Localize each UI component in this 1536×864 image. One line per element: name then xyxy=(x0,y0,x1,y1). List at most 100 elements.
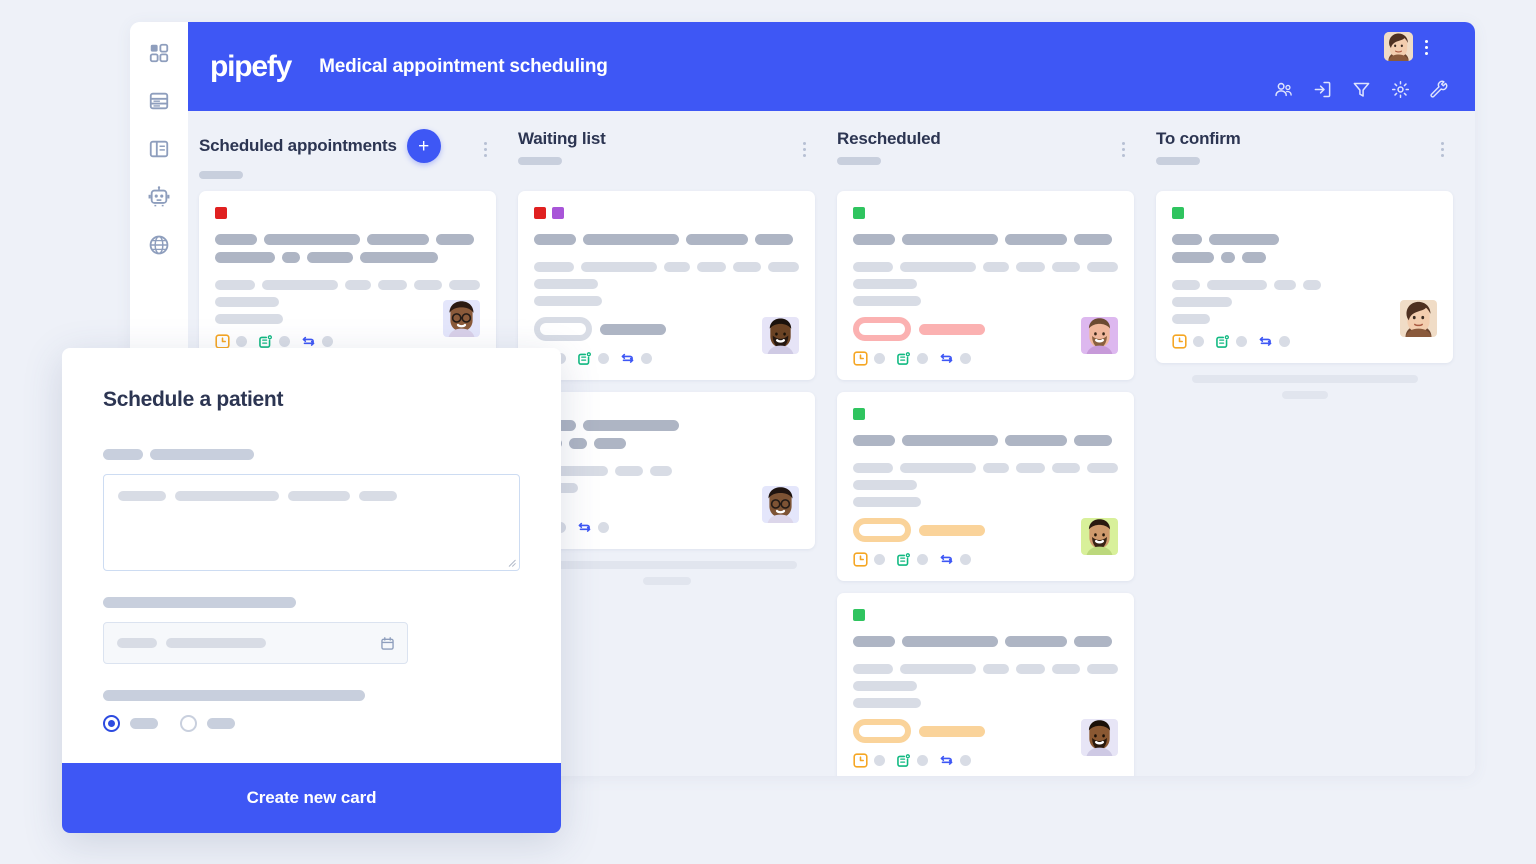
description-textarea[interactable] xyxy=(103,474,520,571)
skeleton-row xyxy=(1172,314,1437,324)
card-labels xyxy=(215,207,480,219)
card-assignee-avatar[interactable] xyxy=(762,486,799,523)
flow-blue-icon[interactable] xyxy=(939,753,954,768)
flow-blue-icon[interactable] xyxy=(939,351,954,366)
skeleton-bar xyxy=(215,314,283,324)
card-footer xyxy=(534,351,799,366)
radio-option-1[interactable] xyxy=(103,715,120,732)
skeleton-bar xyxy=(583,420,679,431)
create-new-card-button[interactable]: Create new card xyxy=(62,763,561,833)
clock-orange-icon[interactable] xyxy=(1172,334,1187,349)
add-card-button[interactable]: + xyxy=(406,129,441,163)
card-labels xyxy=(853,408,1118,420)
calendar-icon[interactable] xyxy=(380,636,395,651)
wrench-tools-icon[interactable] xyxy=(1430,80,1449,99)
column-title: To confirm xyxy=(1156,129,1241,148)
inbox-archive-icon[interactable] xyxy=(1313,80,1332,99)
card-assignee-avatar[interactable] xyxy=(1081,518,1118,555)
card-footer xyxy=(853,753,1118,768)
radio-option-2[interactable] xyxy=(180,715,197,732)
board-card[interactable] xyxy=(199,191,496,363)
card-assignee-avatar[interactable] xyxy=(443,300,480,337)
clock-orange-icon[interactable] xyxy=(853,351,868,366)
card-pill-row xyxy=(853,317,1118,341)
calendar-green-icon[interactable] xyxy=(896,552,911,567)
sidebar-item-dashboard[interactable] xyxy=(148,42,170,64)
skeleton-bar xyxy=(1052,262,1080,272)
skeleton-bar xyxy=(767,262,799,272)
skeleton-row xyxy=(1172,297,1437,307)
card-assignee-avatar[interactable] xyxy=(1081,719,1118,756)
skeleton-row xyxy=(853,681,1118,691)
card-footer-placeholder xyxy=(960,353,971,364)
sidebar-item-layout[interactable] xyxy=(148,138,170,160)
resize-handle-icon[interactable] xyxy=(507,558,516,567)
column-menu-button[interactable] xyxy=(797,139,811,159)
board-card[interactable] xyxy=(1156,191,1453,363)
members-people-icon[interactable] xyxy=(1274,80,1293,99)
skeleton-bar xyxy=(359,491,397,501)
card-assignee-avatar[interactable] xyxy=(1400,300,1437,337)
card-footer-placeholder xyxy=(641,353,652,364)
skeleton-bar xyxy=(853,698,921,708)
skeleton-bar xyxy=(262,280,338,290)
sidebar-item-automation[interactable] xyxy=(148,186,170,208)
flow-blue-icon[interactable] xyxy=(620,351,635,366)
column-menu-button[interactable] xyxy=(1435,139,1449,159)
flow-blue-icon[interactable] xyxy=(1258,334,1273,349)
flow-blue-icon[interactable] xyxy=(301,334,316,349)
card-footer-placeholder xyxy=(874,353,885,364)
sidebar-item-portal[interactable] xyxy=(148,234,170,256)
calendar-green-icon[interactable] xyxy=(896,351,911,366)
skeleton-bar xyxy=(982,463,1009,473)
card-body-skeleton xyxy=(534,466,799,510)
gear-settings-icon[interactable] xyxy=(1391,80,1410,99)
calendar-green-icon[interactable] xyxy=(258,334,273,349)
skeleton-bar xyxy=(853,234,895,245)
date-input[interactable] xyxy=(103,622,408,664)
calendar-green-icon[interactable] xyxy=(577,351,592,366)
avatar[interactable] xyxy=(1384,32,1413,61)
column-header: Waiting list xyxy=(518,129,815,191)
skeleton-bar xyxy=(1172,280,1200,290)
sidebar-item-database[interactable] xyxy=(148,90,170,112)
skeleton-row xyxy=(853,698,1118,708)
card-assignee-avatar[interactable] xyxy=(762,317,799,354)
skeleton-row xyxy=(215,280,480,290)
card-footer-placeholder xyxy=(874,554,885,565)
column-count-placeholder xyxy=(837,157,881,165)
skeleton-bar xyxy=(1005,636,1067,647)
skeleton-bar xyxy=(175,491,279,501)
account-menu-button[interactable] xyxy=(1419,35,1433,59)
skeleton-bar xyxy=(902,636,998,647)
column-title: Scheduled appointments xyxy=(199,136,397,155)
account-area xyxy=(1384,32,1433,61)
ghost-bar xyxy=(536,561,797,569)
board-card[interactable] xyxy=(518,191,815,380)
skeleton-bar xyxy=(1209,234,1279,245)
clock-orange-icon[interactable] xyxy=(215,334,230,349)
card-label xyxy=(853,609,865,621)
card-footer xyxy=(853,351,1118,366)
filter-funnel-icon[interactable] xyxy=(1352,80,1371,99)
skeleton-bar xyxy=(853,480,917,490)
flow-blue-icon[interactable] xyxy=(577,520,592,535)
column-menu-button[interactable] xyxy=(1116,139,1130,159)
skeleton-bar xyxy=(1086,664,1118,674)
board-card[interactable] xyxy=(837,191,1134,380)
calendar-green-icon[interactable] xyxy=(896,753,911,768)
skeleton-bar xyxy=(1015,664,1046,674)
skeleton-bar xyxy=(755,234,793,245)
pipefy-logo[interactable]: pipefy xyxy=(210,51,292,82)
board-card[interactable] xyxy=(518,392,815,549)
card-assignee-avatar[interactable] xyxy=(1081,317,1118,354)
board-card[interactable] xyxy=(837,593,1134,776)
board-card[interactable] xyxy=(837,392,1134,581)
calendar-green-icon[interactable] xyxy=(1215,334,1230,349)
flow-blue-icon[interactable] xyxy=(939,552,954,567)
clock-orange-icon[interactable] xyxy=(853,552,868,567)
column-menu-button[interactable] xyxy=(478,139,492,159)
column-title-row: Waiting list xyxy=(518,129,815,149)
skeleton-row xyxy=(853,480,1118,490)
clock-orange-icon[interactable] xyxy=(853,753,868,768)
